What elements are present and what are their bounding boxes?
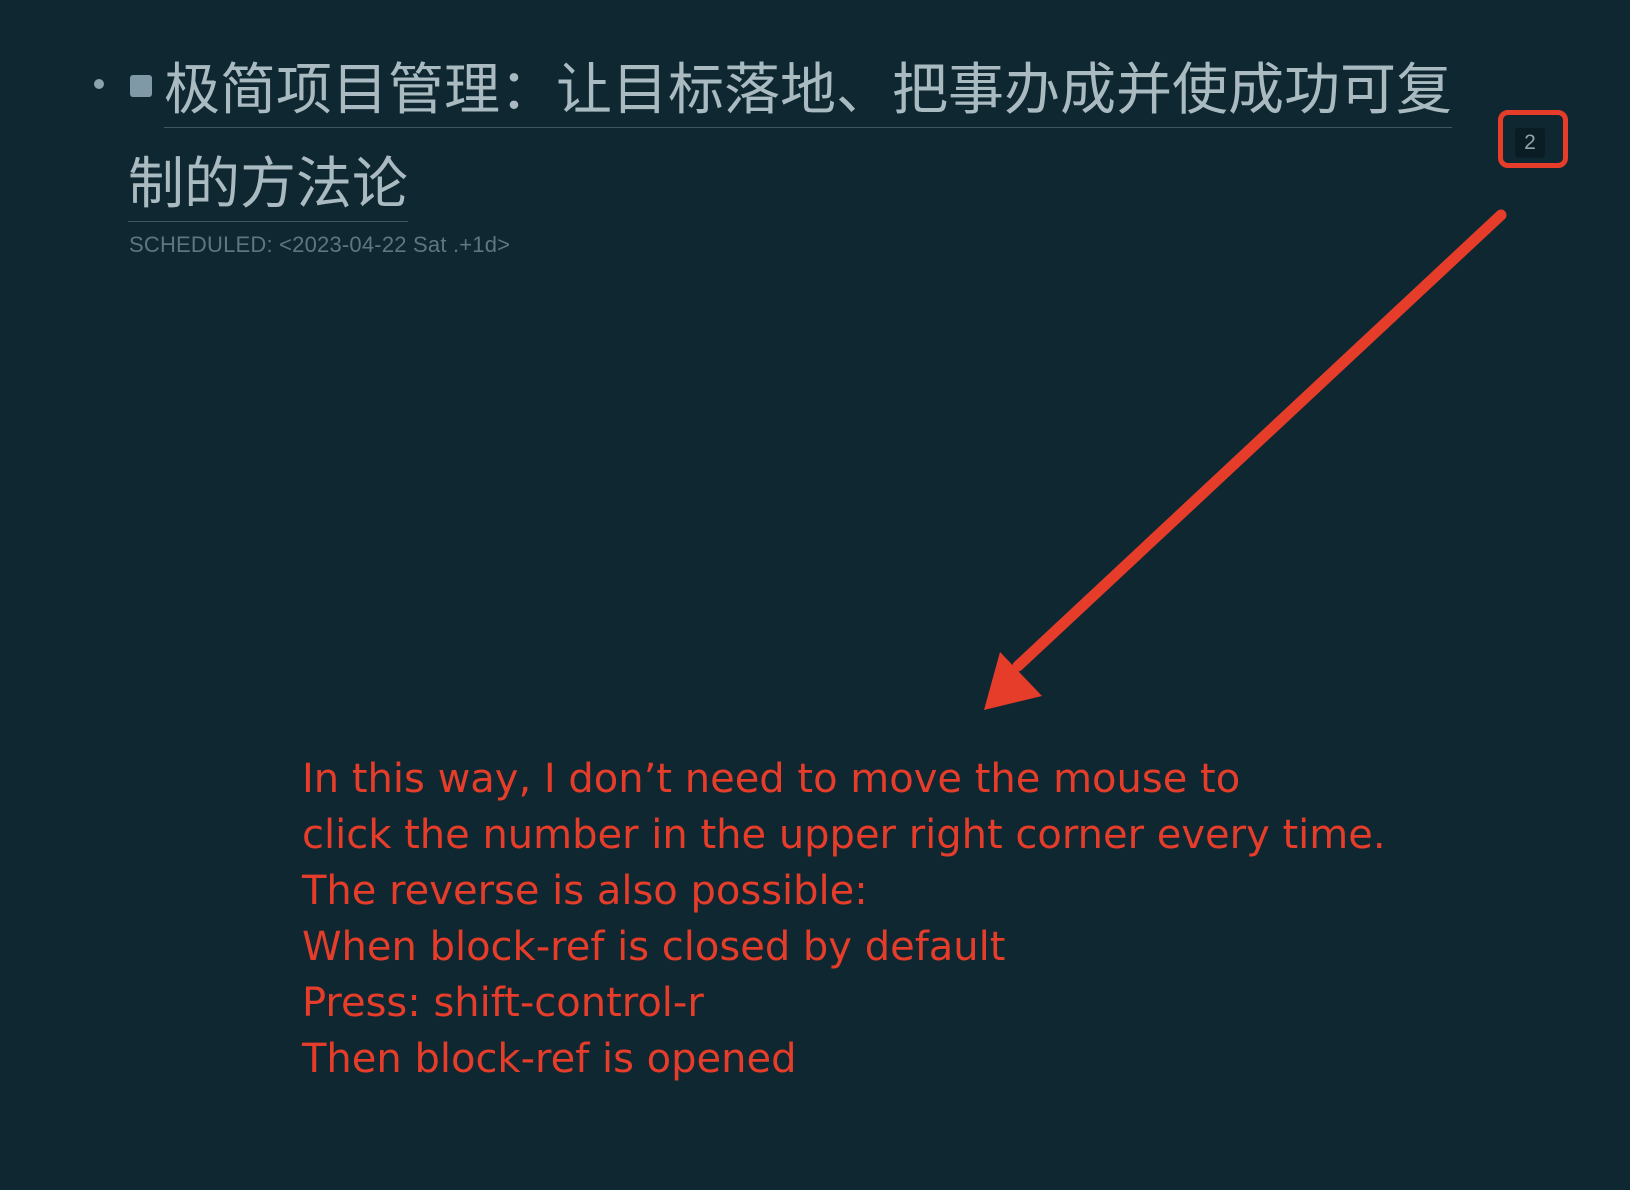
annotation-line: In this way, I don’t need to move the mo… bbox=[302, 756, 1241, 802]
annotation-line: When block-ref is closed by default bbox=[302, 924, 1006, 970]
block-title[interactable]: 极简项目管理：让目标落地、把事办成并使成功可复制的方法论 bbox=[128, 44, 1458, 232]
annotation-line: Then block-ref is opened bbox=[302, 1036, 797, 1082]
annotation-text: In this way, I don’t need to move the mo… bbox=[302, 751, 1386, 1087]
annotation-line: click the number in the upper right corn… bbox=[302, 812, 1386, 858]
block-title-text[interactable]: 极简项目管理：让目标落地、把事办成并使成功可复制的方法论 bbox=[128, 58, 1452, 222]
scheduled-date: SCHEDULED: <2023-04-22 Sat .+1d> bbox=[129, 232, 511, 257]
annotation-line: Press: shift-control-r bbox=[302, 980, 704, 1026]
block-ref-count-button[interactable]: 2 bbox=[1515, 128, 1545, 158]
annotation-line: The reverse is also possible: bbox=[302, 868, 868, 914]
bullet-dot-icon[interactable] bbox=[94, 79, 104, 89]
outline-block: 极简项目管理：让目标落地、把事办成并使成功可复制的方法论 SCHEDULED: … bbox=[0, 0, 1630, 300]
